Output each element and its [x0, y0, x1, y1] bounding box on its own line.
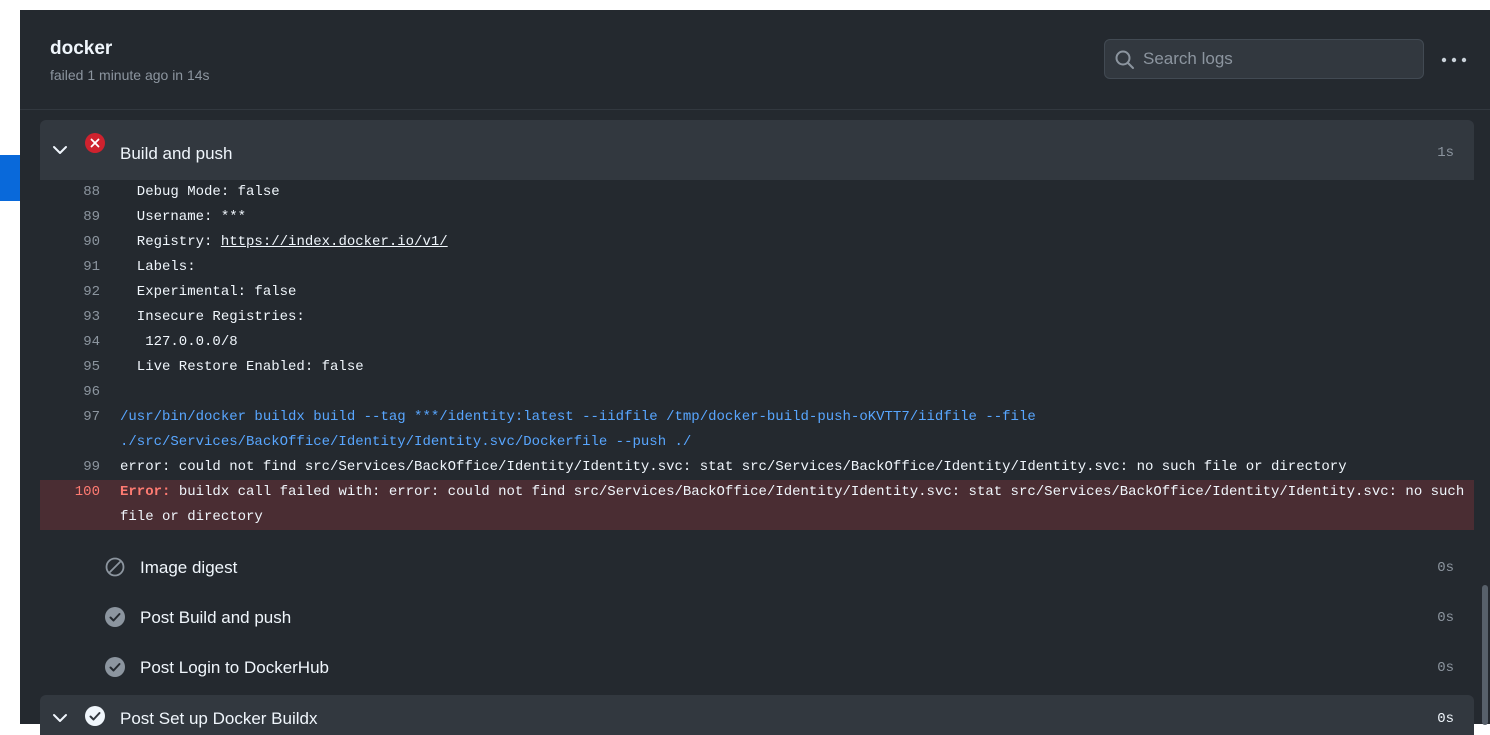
job-header: docker failed 1 minute ago in 14s — [20, 10, 1490, 110]
step-post-login-to-dockerhub[interactable]: Post Login to DockerHub 0s — [40, 644, 1474, 694]
step-post-build-and-push[interactable]: Post Build and push 0s — [40, 594, 1474, 644]
line-number[interactable]: 100 — [40, 480, 100, 505]
log-line-continuation: ./src/Services/BackOffice/Identity/Ident… — [40, 430, 1474, 455]
error-message: buildx call failed with: error: could no… — [170, 484, 1465, 500]
log-line: 93 Insecure Registries: — [40, 305, 1474, 330]
line-text: error: could not find src/Services/BackO… — [120, 459, 1347, 475]
log-line: 92 Experimental: false — [40, 280, 1474, 305]
step-duration: 0s — [1437, 610, 1454, 626]
search-logs-input[interactable] — [1143, 40, 1413, 78]
line-number[interactable]: 92 — [40, 280, 100, 305]
log-line-error: 100 Error: buildx call failed with: erro… — [40, 480, 1474, 505]
registry-link[interactable]: https://index.docker.io/v1/ — [221, 234, 448, 250]
line-text: Username: *** — [120, 209, 247, 225]
line-prefix: Registry: — [120, 234, 221, 250]
job-status: failed 1 minute ago in 14s — [50, 67, 210, 83]
left-sidebar-strip — [0, 0, 20, 724]
step-duration: 0s — [1437, 711, 1454, 727]
line-text: Live Restore Enabled: false — [120, 359, 364, 375]
log-output: 87 Docker Root Dir: /var/lib/docker 88 D… — [40, 160, 1474, 530]
check-circle-fill-icon — [105, 657, 125, 677]
job-log-panel: docker failed 1 minute ago in 14s 87 Doc… — [20, 10, 1490, 735]
command-text: ./src/Services/BackOffice/Identity/Ident… — [120, 434, 692, 450]
line-text: Debug Mode: false — [120, 184, 280, 200]
chevron-down-icon[interactable] — [52, 712, 68, 724]
step-post-set-up-docker-buildx[interactable]: Post Set up Docker Buildx 0s — [40, 695, 1474, 735]
line-number[interactable]: 96 — [40, 380, 100, 405]
step-image-digest[interactable]: Image digest 0s — [40, 544, 1474, 594]
top-white-bar — [20, 0, 1490, 10]
log-line: 94 127.0.0.0/8 — [40, 330, 1474, 355]
line-text: 127.0.0.0/8 — [120, 334, 238, 350]
line-number[interactable]: 94 — [40, 330, 100, 355]
line-number[interactable]: 93 — [40, 305, 100, 330]
line-text: Registry: https://index.docker.io/v1/ — [120, 230, 448, 255]
step-name: Post Build and push — [140, 608, 292, 627]
line-text: Experimental: false — [120, 284, 297, 300]
line-text: file or directory — [120, 509, 263, 525]
step-build-and-push[interactable]: Build and push 1s — [40, 120, 1474, 180]
x-circle-fill-icon — [85, 133, 105, 153]
command-text: /usr/bin/docker buildx build --tag ***/i… — [120, 409, 1036, 425]
step-name: Post Login to DockerHub — [140, 658, 329, 677]
line-number[interactable]: 91 — [40, 255, 100, 280]
skipped-icon — [105, 557, 125, 577]
line-text: Insecure Registries: — [120, 309, 305, 325]
job-title: docker — [50, 38, 113, 59]
line-text: Labels: — [120, 259, 196, 275]
step-name: Build and push — [120, 144, 233, 163]
line-number[interactable]: 88 — [40, 180, 100, 205]
more-options-icon[interactable] — [1440, 48, 1468, 72]
step-duration: 0s — [1437, 560, 1454, 576]
log-scrollbar[interactable] — [1482, 585, 1488, 725]
log-line: 99 error: could not find src/Services/Ba… — [40, 455, 1474, 480]
log-line: 90 Registry: https://index.docker.io/v1/ — [40, 230, 1474, 255]
line-number[interactable]: 89 — [40, 205, 100, 230]
line-text: Error: buildx call failed with: error: c… — [120, 480, 1464, 505]
log-line: 97 /usr/bin/docker buildx build --tag **… — [40, 405, 1474, 430]
error-label: Error: — [120, 484, 171, 500]
search-icon — [1115, 50, 1134, 69]
check-circle-fill-icon — [105, 607, 125, 627]
log-line: 96 — [40, 380, 1474, 405]
log-line: 95 Live Restore Enabled: false — [40, 355, 1474, 380]
line-number[interactable]: 97 — [40, 405, 100, 430]
line-number[interactable]: 90 — [40, 230, 100, 255]
log-line-continuation: file or directory — [40, 505, 1474, 530]
log-line: 89 Username: *** — [40, 205, 1474, 230]
selected-job-indicator[interactable] — [0, 155, 20, 201]
line-number[interactable]: 95 — [40, 355, 100, 380]
search-logs-box[interactable] — [1104, 39, 1424, 79]
chevron-down-icon[interactable] — [52, 144, 68, 156]
log-line: 91 Labels: — [40, 255, 1474, 280]
step-name: Post Set up Docker Buildx — [120, 709, 318, 728]
step-duration: 1s — [1437, 145, 1454, 161]
line-number[interactable]: 99 — [40, 455, 100, 480]
step-duration: 0s — [1437, 660, 1454, 676]
log-line: 88 Debug Mode: false — [40, 180, 1474, 205]
step-name: Image digest — [140, 558, 238, 577]
